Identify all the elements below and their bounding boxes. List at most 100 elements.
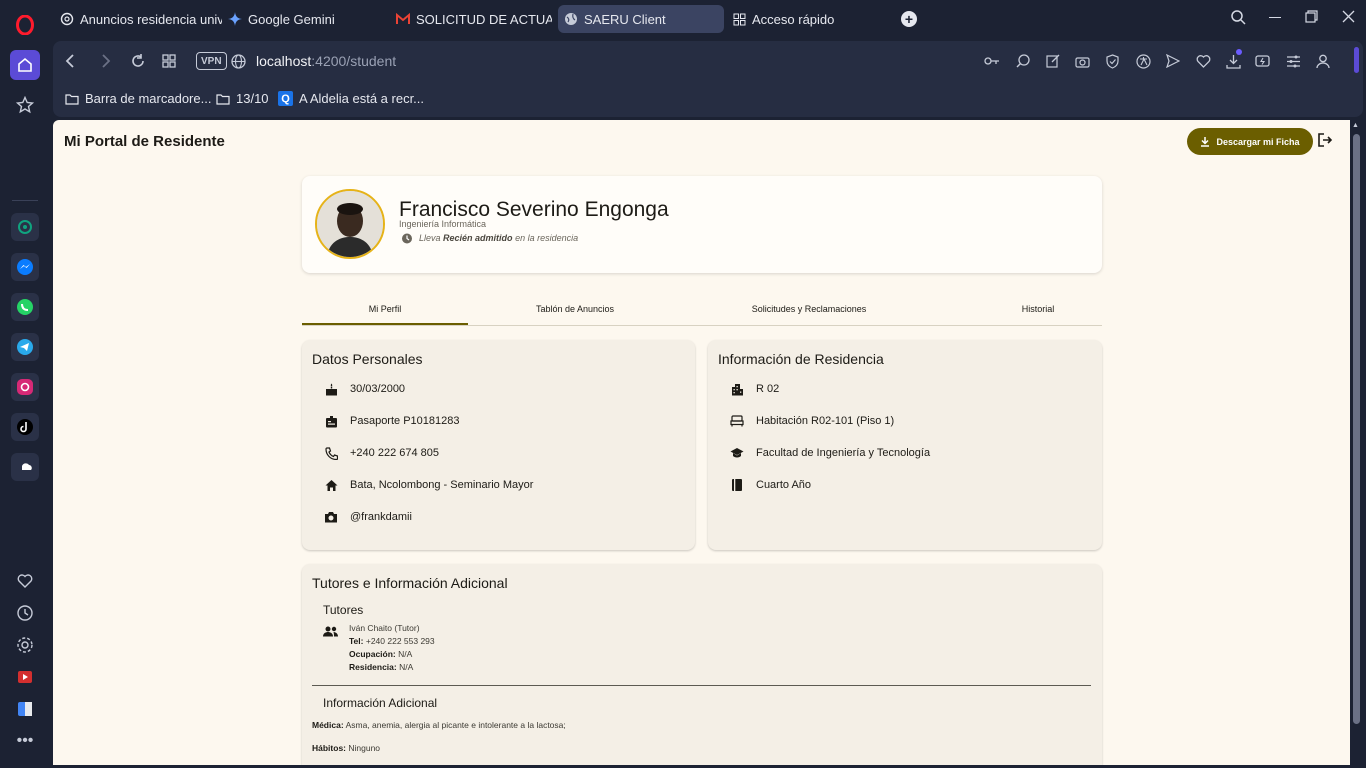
- bed-icon: [730, 414, 744, 428]
- opera-logo-icon[interactable]: [10, 10, 40, 40]
- birthdate-row: 30/03/2000: [324, 382, 405, 396]
- portal-tabs: Mi Perfil Tablón de Anuncios Solicitudes…: [302, 296, 1102, 326]
- tutor-phone: +240 222 553 293: [365, 636, 435, 646]
- tab-solicitudes[interactable]: Solicitudes y Reclamaciones: [712, 304, 906, 314]
- residence-info-title: Información de Residencia: [718, 351, 884, 367]
- instagram-value: @frankdamii: [350, 511, 412, 523]
- site-globe-icon[interactable]: [229, 52, 247, 70]
- zoom-search-icon[interactable]: [1014, 52, 1032, 70]
- tab-historial[interactable]: Historial: [982, 304, 1094, 314]
- restore-icon[interactable]: [1305, 10, 1318, 26]
- bookmark-folder-barra[interactable]: Barra de marcadore...: [65, 91, 211, 106]
- bookmark-aldelia[interactable]: Q A Aldelia está a recr...: [278, 91, 424, 106]
- star-icon[interactable]: [10, 90, 40, 120]
- id-badge-icon: [324, 414, 338, 428]
- globe-icon: [564, 12, 578, 26]
- building-row: R 02: [730, 382, 779, 396]
- translate-icon[interactable]: [10, 694, 40, 724]
- profile-icon[interactable]: [1314, 52, 1332, 70]
- tutors-card-title: Tutores e Información Adicional: [312, 575, 508, 591]
- people-icon: [323, 624, 338, 642]
- back-icon[interactable]: [61, 52, 79, 70]
- tabs-overview-icon[interactable]: [160, 52, 178, 70]
- bookmark-folder-1310[interactable]: 13/10: [216, 91, 269, 106]
- download-icon[interactable]: [1224, 49, 1242, 70]
- gemini-icon: [228, 12, 242, 26]
- habits-value: Ninguno: [348, 743, 381, 753]
- habits-label: Hábitos:: [312, 743, 346, 753]
- home-address-icon: [324, 478, 338, 492]
- telegram-icon[interactable]: [11, 333, 39, 361]
- home-icon[interactable]: [10, 50, 40, 80]
- tutor-name: Iván Chaito (Tutor): [349, 623, 420, 633]
- more-icon[interactable]: •••: [10, 726, 40, 756]
- aldelia-logo-icon: Q: [278, 91, 293, 106]
- download-icon: [1201, 136, 1210, 147]
- browser-sidebar: •••: [0, 0, 50, 768]
- history-clock-icon[interactable]: [10, 598, 40, 628]
- heart-icon[interactable]: [10, 566, 40, 596]
- tab-mi-perfil[interactable]: Mi Perfil: [302, 304, 468, 314]
- residence-info-card: Información de Residencia R 02 Habitació…: [708, 340, 1102, 550]
- document-value: Pasaporte P10181283: [350, 415, 460, 427]
- close-icon[interactable]: [1342, 10, 1355, 26]
- tutor-details: Iván Chaito (Tutor) Tel: +240 222 553 29…: [349, 622, 435, 674]
- tab-tablon-anuncios[interactable]: Tablón de Anuncios: [492, 304, 658, 314]
- heart-outline-icon[interactable]: [1194, 52, 1212, 70]
- divider: [312, 685, 1091, 686]
- player-icon[interactable]: [10, 662, 40, 692]
- grid-icon: [732, 12, 746, 26]
- tab-saeru-client[interactable]: SAERU Client: [558, 5, 724, 33]
- edit-icon[interactable]: [1044, 52, 1062, 70]
- download-sheet-button[interactable]: Descargar mi Ficha: [1187, 128, 1313, 155]
- url-field[interactable]: localhost:4200/student: [256, 53, 396, 69]
- tutor-phone-line: Tel: +240 222 553 293: [349, 635, 435, 648]
- phone-value: +240 222 674 805: [350, 447, 440, 459]
- messenger-icon[interactable]: [11, 253, 39, 281]
- vpn-badge[interactable]: VPN: [196, 52, 227, 70]
- scrollbar-thumb[interactable]: [1353, 134, 1360, 724]
- phone-icon: [324, 446, 338, 460]
- address-bar: VPN localhost:4200/student: [53, 41, 1363, 81]
- status-prefix: Lleva: [419, 233, 441, 243]
- reload-icon[interactable]: [129, 52, 147, 70]
- timer-icon: [402, 233, 412, 244]
- scroll-up-icon[interactable]: ▲: [1352, 122, 1359, 129]
- instagram-icon[interactable]: [11, 373, 39, 401]
- address-row: Bata, Ncolombong - Seminario Mayor: [324, 478, 533, 492]
- download-badge: [1236, 49, 1242, 55]
- year-row: Cuarto Año: [730, 478, 811, 492]
- send-icon[interactable]: [1164, 52, 1182, 70]
- tab-gemini[interactable]: Google Gemini: [222, 5, 384, 33]
- phone-row: +240 222 674 805: [324, 446, 439, 460]
- key-icon[interactable]: [983, 52, 1001, 70]
- translate-page-icon[interactable]: [1134, 52, 1152, 70]
- camera-icon: [324, 510, 338, 524]
- whatsapp-icon[interactable]: [11, 293, 39, 321]
- settings-gear-icon[interactable]: [10, 630, 40, 660]
- soundcloud-icon[interactable]: [11, 453, 39, 481]
- chatgpt-icon[interactable]: [11, 213, 39, 241]
- tiktok-icon[interactable]: [11, 413, 39, 441]
- tutor-job-label: Ocupación:: [349, 649, 396, 659]
- camera-snapshot-icon[interactable]: [1073, 52, 1091, 70]
- book-icon: [730, 478, 744, 492]
- room-row: Habitación R02-101 (Piso 1): [730, 414, 894, 428]
- bookmark-label: Barra de marcadore...: [85, 91, 212, 106]
- page-scrollbar[interactable]: ▲: [1350, 120, 1363, 765]
- year-value: Cuarto Año: [756, 479, 812, 491]
- tab-label: Google Gemini: [248, 11, 335, 27]
- battery-saver-icon[interactable]: [1254, 52, 1272, 70]
- easy-setup-icon[interactable]: [1284, 52, 1302, 70]
- tab-acceso-rapido[interactable]: Acceso rápido: [726, 5, 888, 33]
- active-tab-indicator: [302, 323, 468, 325]
- search-tabs-icon[interactable]: [1231, 10, 1246, 28]
- tab-solicitud[interactable]: SOLICITUD DE ACTUALIZA: [390, 5, 552, 33]
- minimize-icon[interactable]: [1269, 17, 1281, 18]
- tab-label: SAERU Client: [584, 11, 666, 27]
- tab-anuncios[interactable]: Anuncios residencia unive: [54, 5, 222, 33]
- shield-icon[interactable]: [1103, 52, 1121, 70]
- new-tab-button[interactable]: +: [901, 11, 917, 27]
- logout-icon[interactable]: [1317, 132, 1335, 150]
- forward-icon[interactable]: [97, 52, 115, 70]
